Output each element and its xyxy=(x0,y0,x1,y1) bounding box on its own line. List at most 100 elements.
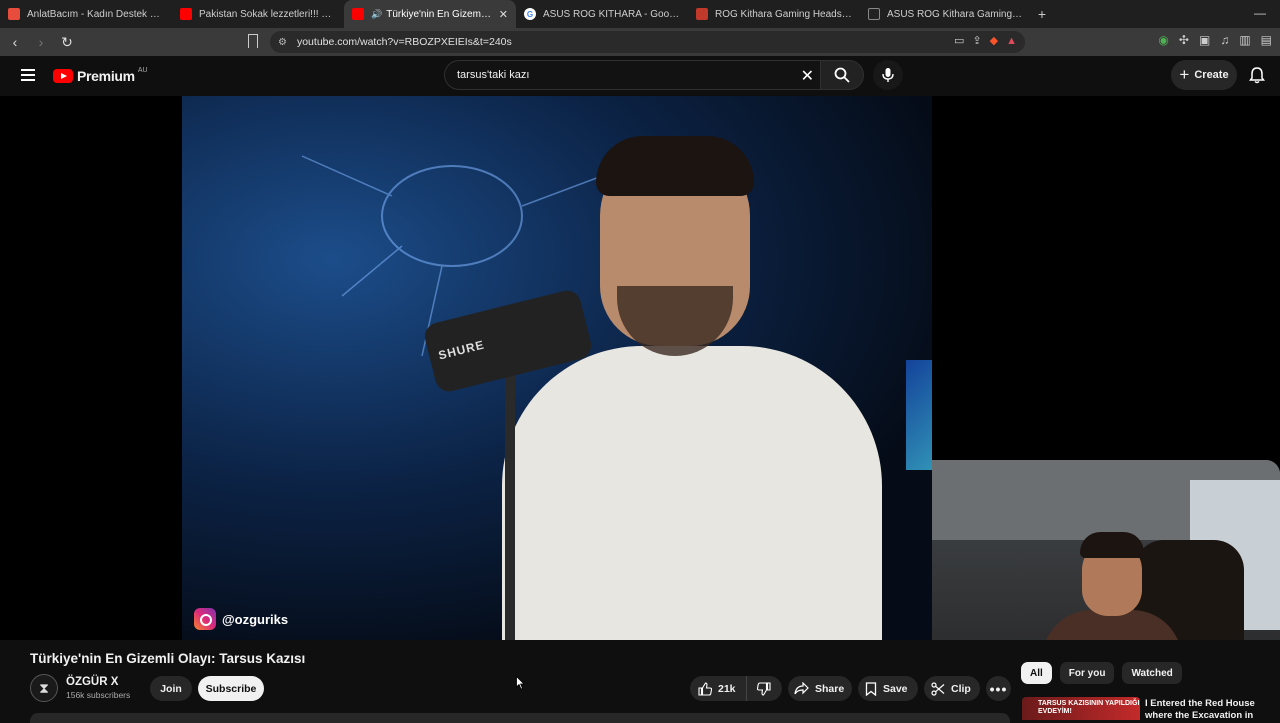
back-icon[interactable]: ‹ xyxy=(4,31,26,53)
thumbs-up-icon xyxy=(698,681,712,696)
music-icon[interactable]: ♫ xyxy=(1220,33,1229,47)
channel-text: ÖZGÜR X 156k subscribers xyxy=(66,676,150,700)
browser-tab-5[interactable]: ASUS ROG Kithara Gaming Kulaklık xyxy=(860,0,1032,28)
share-page-icon[interactable]: ⇪ xyxy=(972,34,981,47)
tab-label: ASUS ROG Kithara Gaming Kulaklık xyxy=(887,8,1024,20)
scissors-icon xyxy=(931,681,945,696)
microphone-icon xyxy=(882,68,894,82)
youtube-favicon-icon xyxy=(180,8,192,20)
thumbnail-text: TARSUS KAZISININ YAPILDIĞI EVDEYİM! xyxy=(1038,700,1140,715)
brave-rewards-icon[interactable]: ▲ xyxy=(1006,35,1017,47)
site-info-icon[interactable]: ⚙ xyxy=(278,37,287,48)
chip-all[interactable]: All xyxy=(1021,662,1052,684)
notifications-bell-icon[interactable] xyxy=(1248,66,1266,84)
instagram-icon xyxy=(194,608,216,630)
brave-shield-icon[interactable]: ◆ xyxy=(990,34,998,47)
background-monitor xyxy=(906,360,932,470)
google-favicon-icon: G xyxy=(524,8,536,20)
channel-name[interactable]: ÖZGÜR X xyxy=(66,676,150,688)
region-code: AU xyxy=(137,66,148,74)
instagram-handle: @ozguriks xyxy=(222,611,289,627)
tab-label: ROG Kithara Gaming Headset | 3.5mm xyxy=(715,8,852,20)
minimize-icon[interactable]: — xyxy=(1254,6,1266,20)
webcam-overlay xyxy=(932,460,1280,640)
cast-icon[interactable]: ▭ xyxy=(954,34,964,47)
save-label: Save xyxy=(883,682,908,695)
search-icon xyxy=(834,67,850,83)
voice-search-button[interactable] xyxy=(873,60,903,90)
clip-button[interactable]: Clip xyxy=(924,676,980,701)
join-button[interactable]: Join xyxy=(150,676,192,701)
bookmark-icon[interactable] xyxy=(248,34,258,48)
plus-icon: + xyxy=(1179,65,1190,84)
tab-label: Türkiye'nin En Gizemli Olayı xyxy=(386,8,493,20)
streamer-hair xyxy=(1080,532,1144,558)
tab-favicon xyxy=(8,8,20,20)
channel-avatar[interactable]: ⧗ xyxy=(30,674,58,702)
subscribe-button[interactable]: Subscribe xyxy=(198,676,264,701)
share-icon xyxy=(794,682,809,695)
thumbs-down-icon xyxy=(756,681,771,696)
browser-tab-2[interactable]: 🔊 Türkiye'nin En Gizemli Olayı ✕ xyxy=(344,0,516,28)
clip-label: Clip xyxy=(951,682,971,695)
save-button[interactable]: Save xyxy=(858,676,918,701)
sidebar-icon[interactable]: ▥ xyxy=(1239,33,1250,47)
youtube-favicon-icon xyxy=(352,8,364,20)
channel-info: ⧗ ÖZGÜR X 156k subscribers xyxy=(30,674,150,702)
reload-icon[interactable]: ↻ xyxy=(56,31,78,53)
wallet-icon[interactable]: ▤ xyxy=(1261,33,1272,47)
rog-favicon-icon xyxy=(696,8,708,20)
extension-icons: ◉ ✣ ▣ ♫ ▥ ▤ xyxy=(1158,33,1272,47)
search-value: tarsus'taki kazı xyxy=(457,69,530,81)
subscriber-count: 156k subscribers xyxy=(66,690,131,700)
new-tab-icon[interactable]: + xyxy=(1032,6,1052,22)
instagram-tag: @ozguriks xyxy=(194,608,288,630)
browser-tabstrip: AnlatBacım - Kadın Destek Platformu Paki… xyxy=(0,0,1280,28)
mouse-cursor-icon xyxy=(516,676,525,690)
browser-tab-4[interactable]: ROG Kithara Gaming Headset | 3.5mm xyxy=(688,0,860,28)
screenshot-icon[interactable]: ▣ xyxy=(1199,33,1210,47)
extension-icon[interactable]: ◉ xyxy=(1158,33,1168,47)
browser-tab-0[interactable]: AnlatBacım - Kadın Destek Platformu xyxy=(0,0,172,28)
recommendation-title[interactable]: I Entered the Red House where the Excava… xyxy=(1145,698,1280,720)
host-hair xyxy=(596,136,754,196)
tab-close-icon[interactable]: ✕ xyxy=(499,8,508,21)
share-button[interactable]: Share xyxy=(788,676,852,701)
forward-icon[interactable]: › xyxy=(30,31,52,53)
rog-favicon-icon xyxy=(868,8,880,20)
puzzle-icon[interactable]: ✣ xyxy=(1179,33,1189,47)
create-label: Create xyxy=(1194,69,1229,81)
address-bar[interactable]: ⚙ youtube.com/watch?v=RBOZPXEIEIs&t=240s… xyxy=(270,31,1025,53)
chip-for-you[interactable]: For you xyxy=(1059,662,1115,684)
search-input[interactable]: tarsus'taki kazı ✕ xyxy=(444,60,820,90)
menu-icon[interactable] xyxy=(21,69,35,81)
filter-chips: All For you Watched xyxy=(1021,662,1182,684)
video-frame: SHURE xyxy=(182,96,932,640)
like-dislike-group: 21k xyxy=(690,676,782,701)
more-actions-button[interactable]: ••• xyxy=(986,676,1011,701)
microphone-stand xyxy=(505,366,515,640)
video-title: Türkiye'nin En Gizemli Olayı: Tarsus Kaz… xyxy=(30,651,306,666)
bookmark-save-icon xyxy=(865,681,877,696)
like-button[interactable]: 21k xyxy=(690,676,747,701)
tab-label: ASUS ROG KITHARA - Google Search xyxy=(543,8,680,20)
speaker-icon: 🔊 xyxy=(371,8,383,19)
browser-toolbar: ‹ › ↻ ⚙ youtube.com/watch?v=RBOZPXEIEIs&… xyxy=(0,28,1280,56)
create-button[interactable]: + Create xyxy=(1171,60,1237,90)
browser-tab-3[interactable]: G ASUS ROG KITHARA - Google Search xyxy=(516,0,688,28)
recommendation-thumbnail[interactable]: TARSUS KAZISININ YAPILDIĞI EVDEYİM! xyxy=(1022,697,1140,720)
video-player[interactable]: SHURE @ozguriks xyxy=(0,96,1280,640)
description-box[interactable] xyxy=(30,713,1010,723)
tab-label: Pakistan Sokak lezzetleri!!! Diye diye xyxy=(199,8,336,20)
chip-watched[interactable]: Watched xyxy=(1122,662,1182,684)
share-label: Share xyxy=(815,682,845,695)
like-count: 21k xyxy=(718,682,736,695)
search-button[interactable] xyxy=(820,60,864,90)
dislike-button[interactable] xyxy=(747,676,781,701)
youtube-logo[interactable]: Premium AU xyxy=(53,66,148,84)
clear-search-icon[interactable]: ✕ xyxy=(801,66,814,86)
host-body xyxy=(502,346,882,640)
omnibox-actions: ▭ ⇪ ◆ ▲ xyxy=(954,34,1017,48)
browser-tab-1[interactable]: Pakistan Sokak lezzetleri!!! Diye diye xyxy=(172,0,344,28)
logo-text: Premium xyxy=(77,68,135,84)
